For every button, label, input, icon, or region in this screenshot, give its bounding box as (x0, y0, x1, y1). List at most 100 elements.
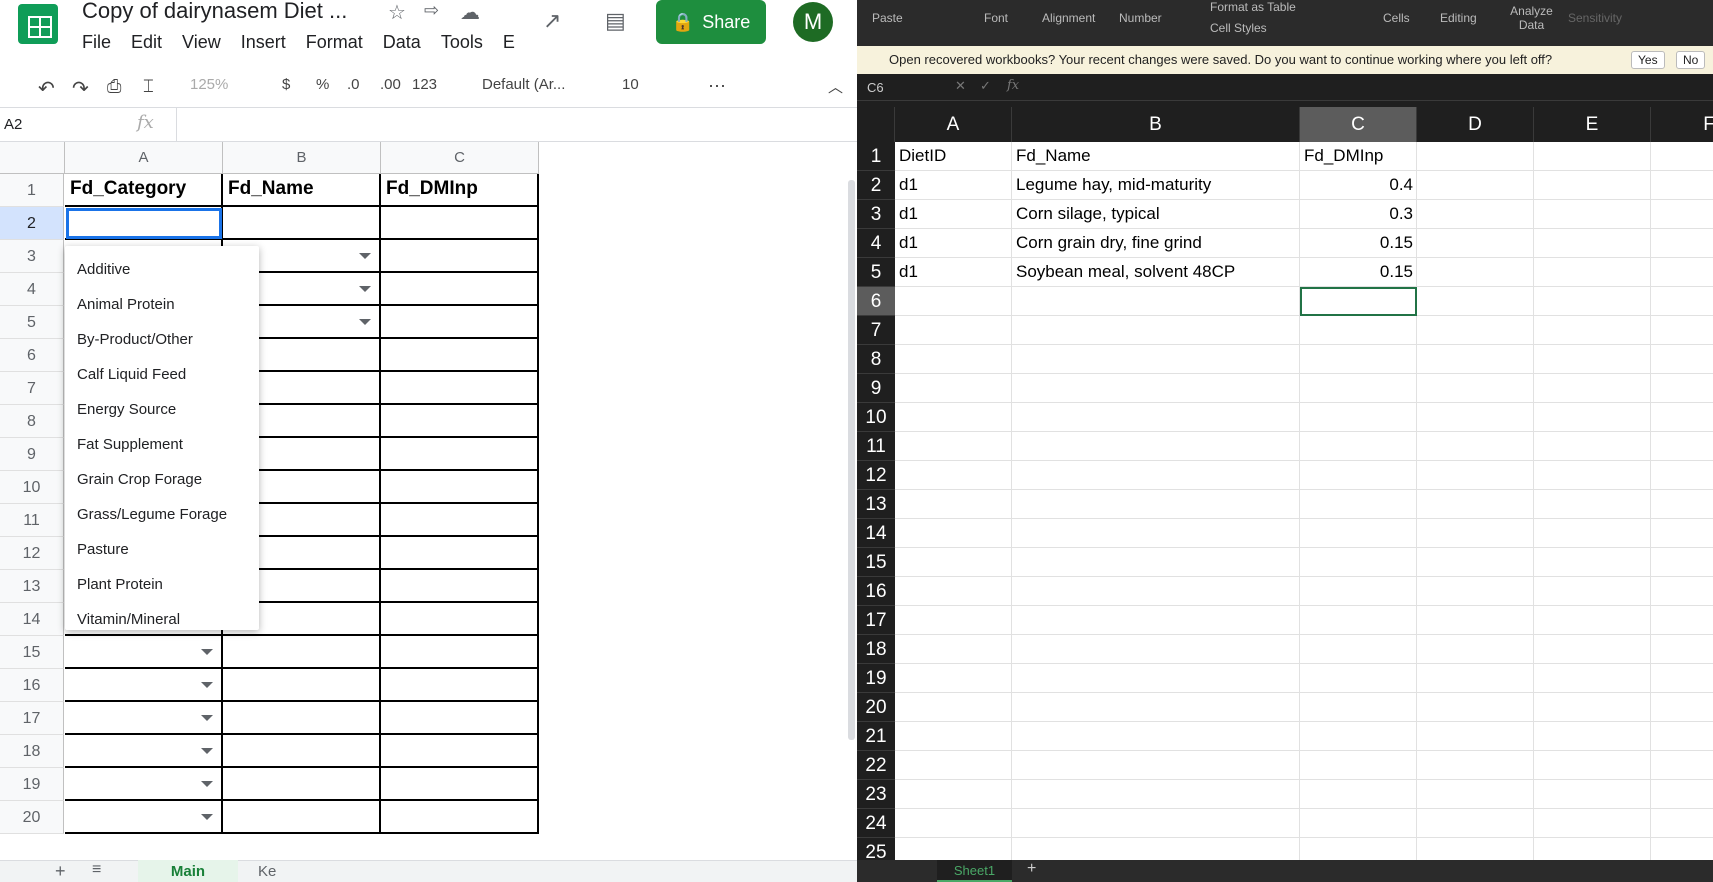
dropdown-option[interactable]: By-Product/Other (77, 322, 193, 357)
cell[interactable] (65, 669, 223, 702)
cell[interactable] (1534, 490, 1651, 519)
dropdown-arrow-icon[interactable] (359, 319, 371, 325)
dropdown-arrow-icon[interactable] (201, 748, 213, 754)
cell[interactable] (1012, 577, 1300, 606)
cell[interactable] (1417, 519, 1534, 548)
no-button[interactable]: No (1676, 51, 1706, 69)
cell[interactable] (895, 780, 1012, 809)
cell[interactable] (1534, 664, 1651, 693)
cell[interactable] (1534, 693, 1651, 722)
dropdown-option[interactable]: Additive (77, 252, 130, 287)
cell[interactable] (1534, 142, 1651, 171)
cell[interactable]: d1 (895, 258, 1012, 287)
cell[interactable] (1300, 432, 1417, 461)
ribbon-font[interactable]: Font (984, 11, 1008, 25)
cell[interactable] (1012, 432, 1300, 461)
print-icon[interactable]: ⎙ (107, 76, 121, 97)
cell[interactable] (1417, 780, 1534, 809)
cell[interactable] (1534, 171, 1651, 200)
cell[interactable] (381, 735, 539, 768)
cell[interactable] (65, 702, 223, 735)
menu-edit[interactable]: Edit (131, 32, 162, 53)
row-header[interactable]: 8 (0, 405, 64, 438)
cell[interactable] (1534, 432, 1651, 461)
row-header[interactable]: 12 (0, 537, 64, 570)
cell[interactable] (381, 438, 539, 471)
cell[interactable]: d1 (895, 200, 1012, 229)
cell[interactable] (65, 801, 223, 834)
cell[interactable] (1012, 809, 1300, 838)
share-button[interactable]: 🔒 Share (656, 0, 766, 44)
cell[interactable] (65, 735, 223, 768)
row-header[interactable]: 1 (857, 142, 895, 171)
select-all-corner[interactable] (0, 142, 65, 174)
cell[interactable]: 0.15 (1300, 229, 1417, 258)
cell[interactable] (381, 636, 539, 669)
cell[interactable] (1417, 200, 1534, 229)
row-header[interactable]: 20 (857, 693, 895, 722)
row-header[interactable]: 16 (0, 669, 64, 702)
column-header[interactable]: B (223, 142, 381, 174)
cell[interactable]: Legume hay, mid-maturity (1012, 171, 1300, 200)
cell[interactable] (381, 669, 539, 702)
cell[interactable] (1417, 461, 1534, 490)
ribbon-alignment[interactable]: Alignment (1042, 11, 1095, 25)
sheet-tab-sheet1[interactable]: Sheet1 (937, 860, 1012, 882)
sheet-tab-main[interactable]: Main (138, 860, 238, 882)
increase-decimal-button[interactable]: .00 (380, 76, 401, 93)
cell[interactable] (1012, 490, 1300, 519)
ribbon-paste[interactable]: Paste (872, 11, 903, 25)
cell[interactable] (1651, 258, 1713, 287)
cell[interactable] (1300, 519, 1417, 548)
cell[interactable] (1651, 809, 1713, 838)
cell[interactable] (381, 801, 539, 834)
cell[interactable] (1534, 200, 1651, 229)
cell[interactable] (1651, 577, 1713, 606)
cell[interactable] (895, 751, 1012, 780)
row-header[interactable]: 15 (0, 636, 64, 669)
cell[interactable] (1651, 287, 1713, 316)
cell[interactable] (1417, 229, 1534, 258)
row-header[interactable]: 13 (857, 490, 895, 519)
redo-icon[interactable]: ↷ (72, 76, 89, 101)
cell[interactable] (895, 606, 1012, 635)
cell[interactable]: Soybean meal, solvent 48CP (1012, 258, 1300, 287)
ribbon-sensitivity[interactable]: Sensitivity (1568, 11, 1622, 25)
cell[interactable] (1417, 171, 1534, 200)
cell[interactable] (1300, 461, 1417, 490)
name-box[interactable]: C6 (867, 80, 884, 95)
yes-button[interactable]: Yes (1631, 51, 1665, 69)
cell[interactable]: 0.3 (1300, 200, 1417, 229)
dropdown-option[interactable]: Plant Protein (77, 567, 163, 602)
cell[interactable] (1651, 200, 1713, 229)
row-header[interactable]: 2 (857, 171, 895, 200)
decrease-decimal-button[interactable]: .0 (347, 76, 360, 93)
cell[interactable] (381, 471, 539, 504)
cell[interactable] (895, 664, 1012, 693)
row-header[interactable]: 3 (857, 200, 895, 229)
cell[interactable] (1417, 751, 1534, 780)
cell[interactable] (1417, 490, 1534, 519)
dropdown-option[interactable]: Energy Source (77, 392, 176, 427)
cell[interactable] (1534, 316, 1651, 345)
row-header[interactable]: 10 (0, 471, 64, 504)
cell[interactable] (1012, 345, 1300, 374)
cell[interactable] (1012, 316, 1300, 345)
cell[interactable] (895, 577, 1012, 606)
cell[interactable] (1534, 577, 1651, 606)
cell[interactable] (381, 405, 539, 438)
header-cell[interactable]: Fd_Category (65, 174, 223, 207)
cell[interactable] (1651, 519, 1713, 548)
number-format-button[interactable]: 123 (412, 76, 437, 93)
trending-icon[interactable]: ↗ (543, 8, 561, 34)
row-header[interactable]: 19 (0, 768, 64, 801)
header-cell[interactable]: Fd_Name (223, 174, 381, 207)
row-header[interactable]: 17 (857, 606, 895, 635)
vertical-scrollbar[interactable] (848, 180, 855, 740)
row-header[interactable]: 7 (857, 316, 895, 345)
cell[interactable] (1651, 490, 1713, 519)
cell[interactable]: Corn grain dry, fine grind (1012, 229, 1300, 258)
row-header[interactable]: 12 (857, 461, 895, 490)
cell[interactable] (1534, 809, 1651, 838)
cell[interactable] (1651, 432, 1713, 461)
